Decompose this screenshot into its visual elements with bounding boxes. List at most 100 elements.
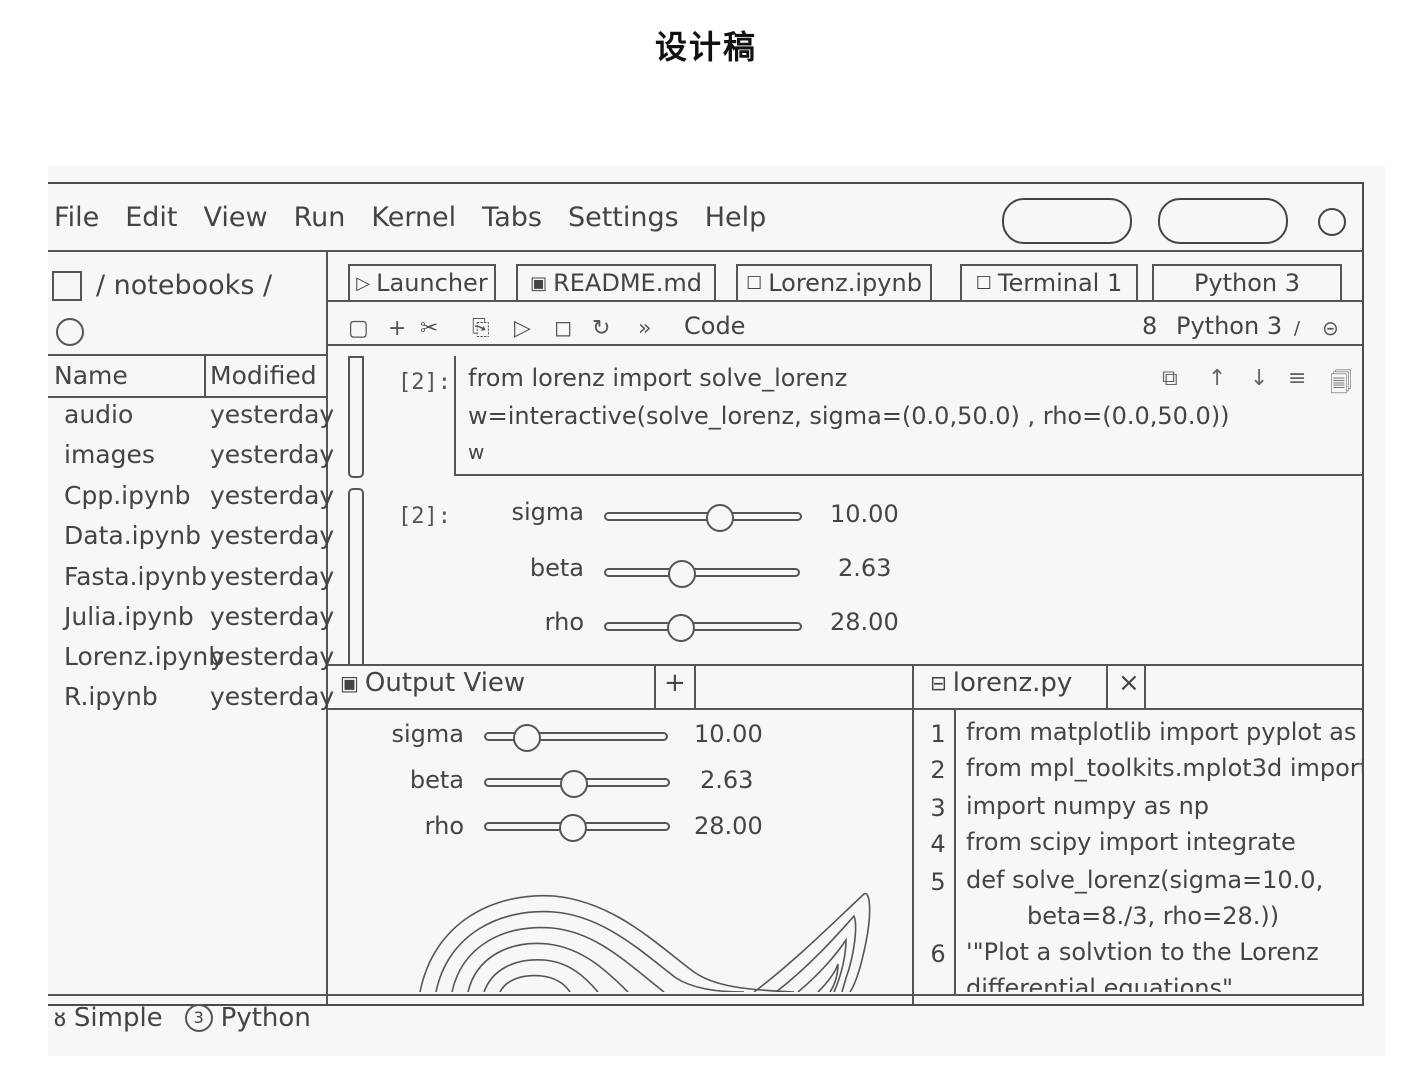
kernel-count-badge: 3 [184,1003,213,1032]
code-line[interactable]: w=interactive(solve_lorenz, sigma=(0.0,5… [468,402,1230,430]
menu-kernel[interactable]: Kernel [371,202,456,238]
code-line[interactable]: from matplotlib import pyplot as [966,718,1362,746]
tab-lorenz-notebook[interactable]: ☐ Lorenz.ipynb [736,264,932,300]
code-line[interactable]: w [468,440,484,464]
line-number: 4 [930,830,946,858]
column-header-name[interactable]: Name [54,361,128,390]
kernel-name[interactable]: Python 3 [1176,312,1282,340]
code-line-clipped[interactable]: differential equations" [966,974,1362,992]
slider-label: sigma [511,498,585,526]
tab-label: Python 3 [1193,269,1301,297]
breadcrumb: / notebooks / [52,270,272,301]
code-line[interactable]: from lorenz import solve_lorenz [468,364,847,392]
close-label: × [1118,668,1140,698]
slider-thumb[interactable] [558,814,587,842]
column-header-modified[interactable]: Modified [210,361,317,390]
tab-terminal[interactable]: ☐ Terminal 1 [960,264,1138,300]
folder-checkbox[interactable] [52,270,82,301]
menu-view[interactable]: View [203,202,267,238]
code-line[interactable]: '"Plot a solvtion to the Lorenz [966,938,1362,966]
cell-collapser[interactable] [348,356,364,478]
code-line[interactable]: from mpl_toolkits.mplot3d import [966,754,1362,782]
file-name: Julia.ipynb [64,602,194,631]
save-icon[interactable]: ▢ [348,316,369,341]
code-line[interactable]: import numpy as np [966,792,1362,820]
input-prompt: [2]: [398,370,451,395]
file-modified: yesterday [210,521,335,550]
slider-thumb[interactable] [512,724,541,752]
slider-label: sigma [391,720,465,748]
output-view-icon: ▣ [340,671,359,695]
mode-label[interactable]: Simple [74,1003,163,1033]
tab-launcher[interactable]: ▷ Launcher [348,264,496,300]
slider-value: 28.00 [694,812,763,840]
file-modified: yesterday [210,562,335,591]
slider-value: 10.00 [830,500,899,528]
header-circle-button[interactable] [1318,208,1346,236]
add-cell-icon[interactable]: + [388,316,406,341]
menu-file[interactable]: File [54,202,99,238]
file-name: Fasta.ipynb [64,562,207,591]
breadcrumb-path[interactable]: / notebooks / [96,270,272,301]
slider-rho[interactable] [484,814,670,842]
mode-icon: ᴕ [54,1003,66,1033]
slider-thumb[interactable] [667,560,696,588]
run-all-icon[interactable]: » [638,316,651,341]
menu-help[interactable]: Help [705,202,767,238]
file-name: Lorenz.ipynb [64,642,225,671]
file-modified: yesterday [210,400,335,429]
menu-run[interactable]: Run [294,202,346,238]
tab-lorenz-py[interactable]: ⊟ lorenz.py [930,668,1072,698]
paste-icon[interactable]: ⎘ [472,316,490,341]
tab-label: Lorenz.ipynb [768,269,922,297]
code-line[interactable]: from scipy import integrate [966,828,1362,856]
close-icon[interactable]: × [1118,668,1140,698]
terminal-icon: ☐ [975,272,992,294]
add-panel-label: + [664,668,686,698]
slider-label: beta [529,554,584,582]
tab-output-view[interactable]: ▣ Output View [340,668,525,698]
slider-beta[interactable] [604,560,800,588]
code-line[interactable]: beta=8./3, rho=28.)) [966,902,1362,930]
cut-icon[interactable]: ✂ [420,316,438,341]
slider-thumb[interactable] [705,504,734,532]
run-icon[interactable]: ▷ [514,316,531,341]
stop-icon[interactable]: ◻ [554,316,572,341]
kernel-separator: / [1294,318,1301,339]
notebook-icon: ☐ [746,272,763,294]
move-up-icon[interactable]: ↑ [1208,366,1226,391]
slider-value: 10.00 [694,720,763,748]
tab-label: Terminal 1 [997,269,1123,297]
slider-rho[interactable] [604,614,802,642]
slider-value: 28.00 [830,608,899,636]
add-panel-button[interactable]: + [664,668,686,698]
refresh-icon[interactable] [56,318,84,346]
move-down-icon[interactable]: ↓ [1250,366,1268,391]
page-title: 设计稿 [654,28,757,66]
code-line[interactable]: def solve_lorenz(sigma=10.0, [966,866,1362,894]
slider-sigma[interactable] [484,724,668,752]
tab-readme[interactable]: ▣ README.md [516,264,716,300]
status-bar: ᴕ Simple 3 Python [54,1002,319,1034]
header-pill-button-1[interactable] [1002,198,1132,244]
kernel-label[interactable]: Python [221,1003,311,1033]
slider-thumb[interactable] [666,614,695,642]
markdown-icon: ▣ [530,272,548,294]
menu-edit[interactable]: Edit [125,202,177,238]
delete-cell-icon[interactable]: 🗐 [1330,366,1352,404]
copy-icon[interactable]: ⧉ [1162,366,1178,391]
cell-type-select[interactable]: Code [684,312,745,340]
output-collapser[interactable] [348,488,364,666]
editor-title: lorenz.py [952,668,1073,698]
header-pill-button-2[interactable] [1158,198,1288,244]
insert-cell-icon[interactable]: ≡ [1288,366,1306,391]
menu-settings[interactable]: Settings [568,202,679,238]
menu-tabs[interactable]: Tabs [482,202,542,238]
wireframe-sketch: File Edit View Run Kernel Tabs Settings … [48,166,1385,1056]
slider-sigma[interactable] [604,504,802,532]
line-number: 2 [930,756,946,784]
slider-beta[interactable] [484,770,670,798]
tab-python3[interactable]: Python 3 [1152,264,1342,300]
restart-icon[interactable]: ↻ [592,316,610,341]
file-modified: yesterday [210,481,335,510]
